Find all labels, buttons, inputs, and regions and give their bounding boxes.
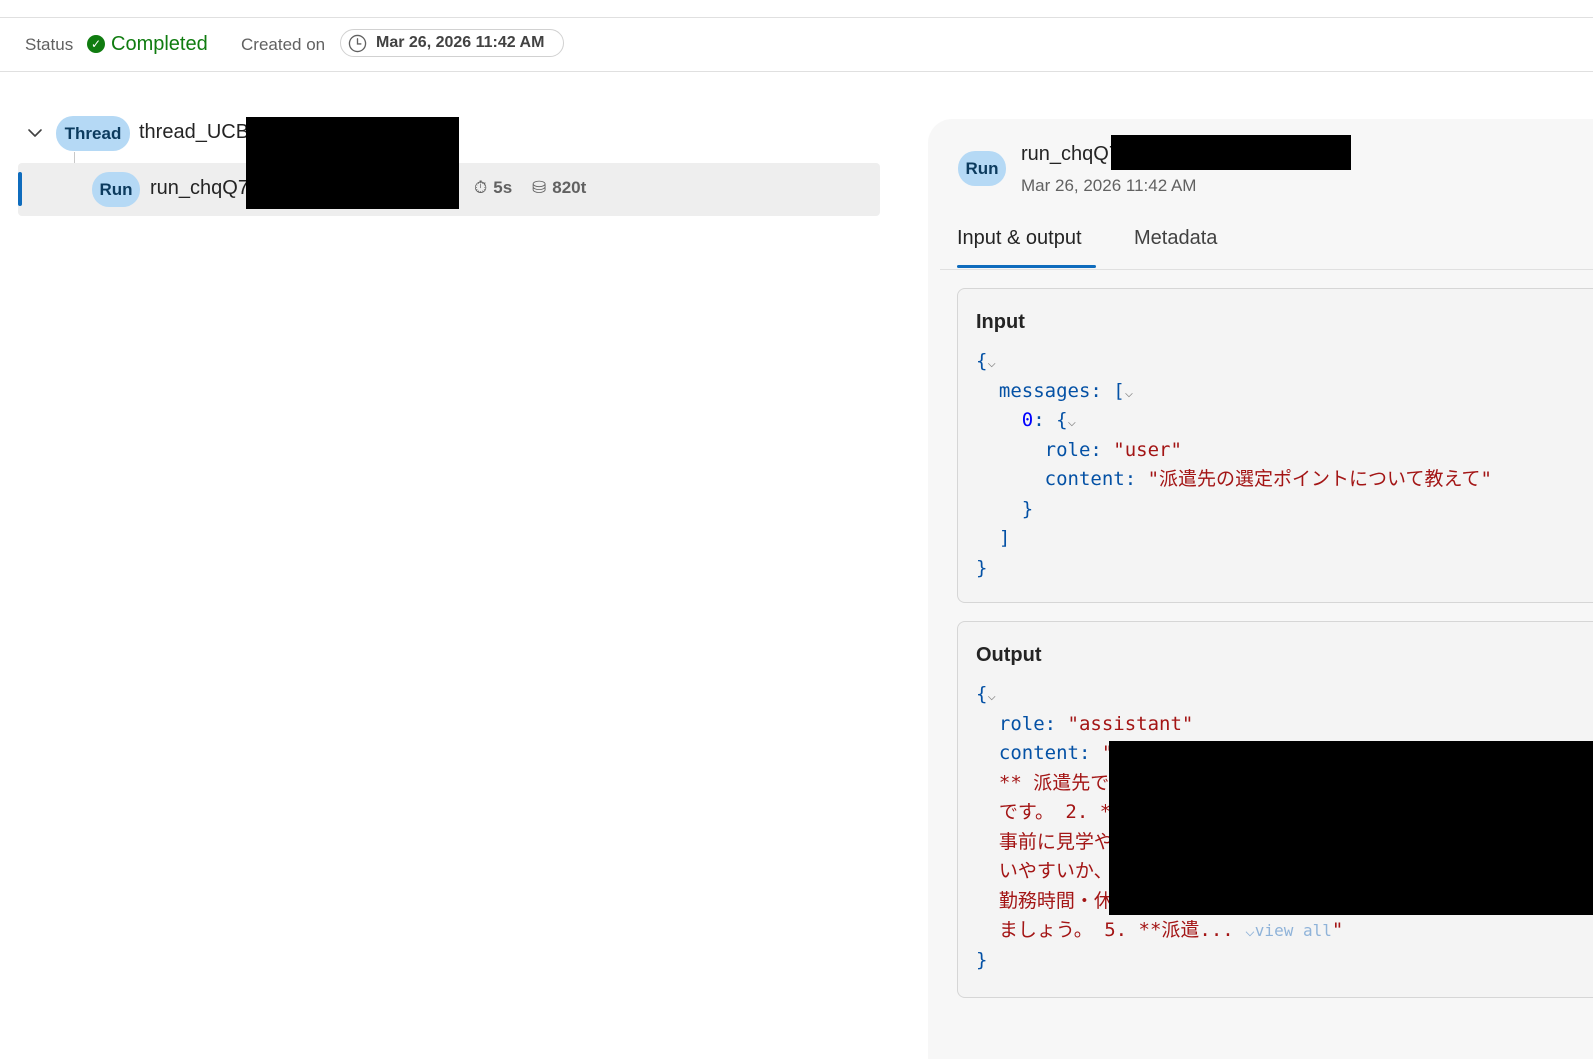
detail-title: run_chqQ7 xyxy=(1021,143,1120,165)
json-line: role: "user" xyxy=(1044,438,1182,461)
output-card: Output {⌵ role: "assistant" content: "派 … xyxy=(957,621,1593,998)
database-icon: ⛁ xyxy=(532,178,547,197)
json-close-quote: " xyxy=(1331,919,1344,941)
json-key: role xyxy=(998,712,1045,735)
json-string: "assistant" xyxy=(1067,712,1194,735)
check-circle-icon: ✓ xyxy=(87,35,105,53)
json-line: ] xyxy=(976,527,1011,549)
json-key: role xyxy=(1044,438,1091,461)
tab-divider xyxy=(940,269,1593,270)
input-card: Input {⌵ messages: [⌵ 0: {⌵ role: "user"… xyxy=(957,288,1593,603)
json-key: content xyxy=(1044,468,1125,490)
json-line: } xyxy=(976,948,988,971)
run-name: run_chqQ7 xyxy=(150,177,249,199)
view-all-label: view all xyxy=(1254,921,1332,940)
tab-input-output[interactable]: Input & output xyxy=(957,227,1082,250)
input-json: {⌵ messages: [⌵ 0: {⌵ role: "user" conte… xyxy=(976,347,1492,583)
active-tab-underline xyxy=(957,265,1096,268)
json-bracket: { xyxy=(1056,409,1068,431)
json-line: content: "派遣先の選定ポイントについて教えて" xyxy=(1044,468,1492,490)
created-value: Mar 26, 2026 11:42 AM xyxy=(376,34,545,51)
json-index: 0 xyxy=(1021,409,1034,431)
redaction-box xyxy=(1109,741,1593,915)
status-value: Completed xyxy=(111,33,208,55)
status-bar: Status ✓ Completed Created on Mar 26, 20… xyxy=(0,18,1593,72)
json-line: messages: [⌵ xyxy=(998,379,1134,402)
thread-badge: Thread xyxy=(56,116,130,151)
duration-value: 5s xyxy=(493,178,513,197)
view-all-link[interactable]: ⌵view all xyxy=(1245,921,1332,940)
created-label: Created on xyxy=(241,35,326,54)
json-line: ましょう。 5. **派遣... ⌵view all" xyxy=(976,916,1343,946)
redaction-box xyxy=(1111,135,1351,170)
json-key: content xyxy=(998,742,1079,764)
timer-icon: ⏱ xyxy=(474,178,488,197)
chevron-down-icon[interactable]: ⌵ xyxy=(1068,414,1076,430)
detail-date: Mar 26, 2026 11:42 AM xyxy=(1021,176,1197,195)
detail-run-badge: Run xyxy=(958,151,1006,186)
tokens-value: 820t xyxy=(552,178,587,197)
json-bracket: [ xyxy=(1113,379,1125,402)
json-string: いやすいか、 xyxy=(998,860,1113,882)
json-string: ましょう。 5. **派遣... xyxy=(998,919,1234,941)
chevron-down-icon[interactable] xyxy=(26,124,44,142)
chevron-down-icon[interactable]: ⌵ xyxy=(1125,385,1133,401)
json-string: "user" xyxy=(1113,438,1182,461)
chevron-down-icon[interactable]: ⌵ xyxy=(987,688,995,704)
duration-stat: ⏱ 5s xyxy=(474,178,512,198)
json-line: role: "assistant" xyxy=(998,712,1194,735)
json-string: です。 2. * xyxy=(998,801,1112,823)
json-string: 事前に見学や xyxy=(998,830,1113,853)
json-line: {⌵ xyxy=(976,683,996,705)
input-title: Input xyxy=(976,311,1025,333)
tokens-stat: ⛁ 820t xyxy=(532,178,586,198)
json-line: {⌵ xyxy=(976,350,996,372)
thread-name[interactable]: thread_UCB xyxy=(139,121,249,144)
run-detail-panel: Run run_chqQ7 Mar 26, 2026 11:42 AM Inpu… xyxy=(928,119,1593,1059)
json-line: } xyxy=(976,497,1034,520)
selected-indicator xyxy=(18,172,22,206)
json-key: messages xyxy=(998,379,1091,402)
status-label: Status xyxy=(25,35,74,54)
run-badge: Run xyxy=(92,172,140,207)
json-string: 勤務時間・休 xyxy=(998,889,1113,912)
chevron-down-icon[interactable]: ⌵ xyxy=(987,355,995,371)
json-string: ** 派遣先で xyxy=(998,771,1110,794)
json-line: } xyxy=(976,556,988,579)
created-chip: Mar 26, 2026 11:42 AM xyxy=(340,29,564,57)
output-title: Output xyxy=(976,644,1042,666)
json-line: 0: {⌵ xyxy=(1021,409,1076,431)
redaction-box xyxy=(246,117,459,209)
json-string: "派遣先の選定ポイントについて教えて" xyxy=(1147,468,1492,490)
tab-metadata[interactable]: Metadata xyxy=(1134,227,1217,250)
clock-icon xyxy=(348,34,367,53)
